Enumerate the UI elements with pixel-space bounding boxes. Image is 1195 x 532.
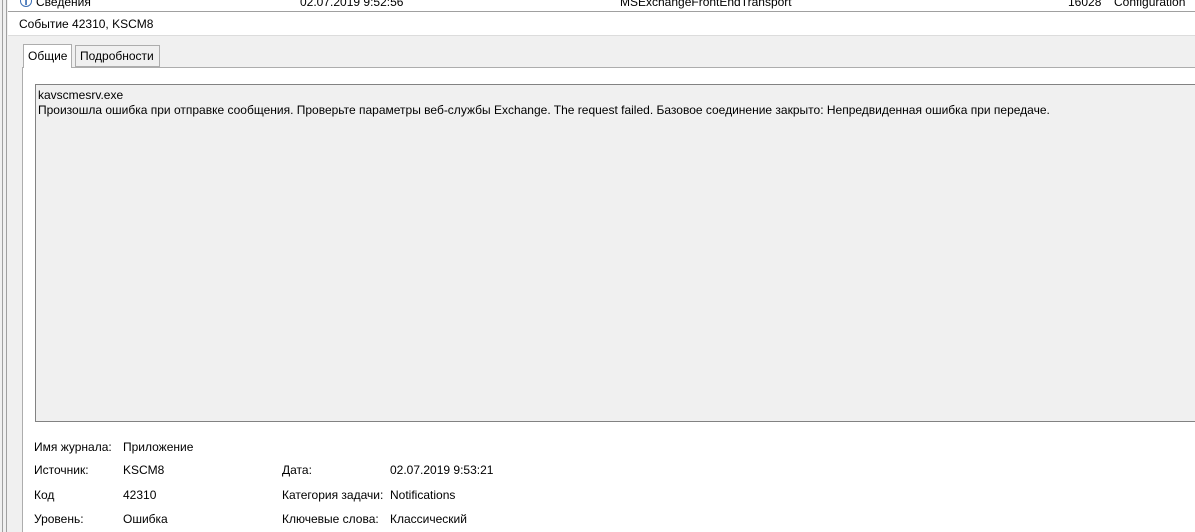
- level-value: Ошибка: [123, 512, 168, 526]
- info-icon: i: [20, 0, 32, 7]
- row-source: MSExchangeFrontEndTransport: [620, 0, 792, 9]
- message-line-2: Произошла ошибка при отправке сообщения.…: [38, 103, 1050, 117]
- message-line-1: kavscmesrv.exe: [38, 88, 124, 102]
- row-datetime: 02.07.2019 9:52:56: [300, 0, 404, 9]
- keywords-value: Классический: [390, 512, 467, 526]
- row-category: Configuration: [1114, 0, 1186, 9]
- tab-general[interactable]: Общие: [23, 44, 73, 68]
- row-event-id: 16028: [1068, 0, 1102, 9]
- event-list-row[interactable]: i Сведения 02.07.2019 9:52:56 MSExchange…: [8, 0, 1195, 12]
- row-level: Сведения: [36, 0, 91, 9]
- date-value: 02.07.2019 9:53:21: [390, 463, 494, 477]
- task-category-label: Категория задачи:: [282, 488, 384, 502]
- event-title: Событие 42310, KSCM8: [19, 17, 154, 31]
- level-label: Уровень:: [34, 512, 84, 526]
- source-label: Источник:: [34, 463, 89, 477]
- task-category-value: Notifications: [390, 488, 456, 502]
- source-value: KSCM8: [123, 463, 165, 477]
- event-title-bar: Событие 42310, KSCM8: [8, 12, 1195, 36]
- log-name-value: Приложение: [123, 440, 194, 454]
- date-label: Дата:: [282, 463, 312, 477]
- log-name-label: Имя журнала:: [34, 440, 112, 454]
- code-value: 42310: [123, 488, 157, 502]
- left-pane-border: [0, 0, 7, 532]
- code-label: Код: [34, 488, 55, 502]
- tab-details[interactable]: Подробности: [75, 45, 160, 67]
- keywords-label: Ключевые слова:: [282, 512, 379, 526]
- event-message-box[interactable]: kavscmesrv.exe Произошла ошибка при отпр…: [35, 84, 1195, 422]
